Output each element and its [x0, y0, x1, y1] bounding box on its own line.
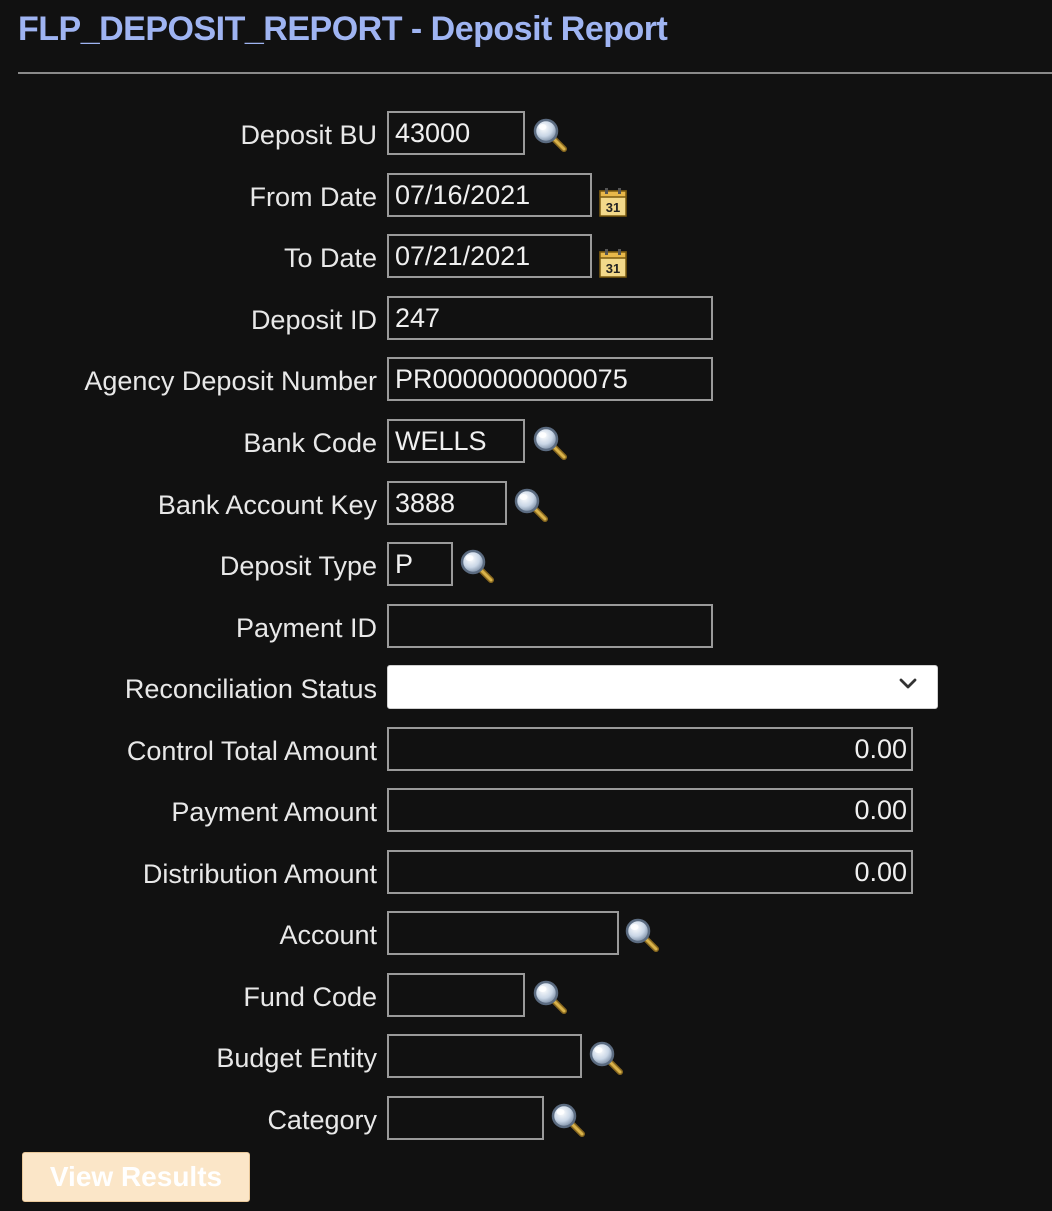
- magnifier-icon[interactable]: [548, 1100, 588, 1140]
- chevron-down-icon: [899, 678, 917, 689]
- deposit-type-row: Deposit Type P: [0, 542, 1052, 590]
- reconciliation-status-row: Reconciliation Status: [0, 665, 1052, 713]
- magnifier-icon[interactable]: [530, 977, 570, 1017]
- payment-id-input[interactable]: [387, 604, 713, 648]
- deposit-id-label: Deposit ID: [250, 305, 377, 335]
- from-date-label: From Date: [249, 182, 377, 212]
- bank-code-input[interactable]: WELLS: [387, 419, 525, 463]
- budget-entity-row: Budget Entity: [0, 1034, 1052, 1082]
- magnifier-icon[interactable]: [622, 915, 662, 955]
- bank-code-label: Bank Code: [243, 428, 377, 458]
- bank-code-row: Bank Code WELLS: [0, 419, 1052, 467]
- to-date-label: To Date: [283, 243, 377, 273]
- page-title: FLP_DEPOSIT_REPORT - Deposit Report: [18, 10, 668, 48]
- to-date-row: To Date 07/21/2021: [0, 234, 1052, 282]
- account-row: Account: [0, 911, 1052, 959]
- deposit-bu-row: Deposit BU 43000: [0, 111, 1052, 159]
- magnifier-icon[interactable]: [457, 546, 497, 586]
- fund-code-input[interactable]: [387, 973, 525, 1017]
- distribution-amount-input[interactable]: 0.00: [387, 850, 913, 894]
- agency-deposit-number-row: Agency Deposit Number PR0000000000075: [0, 357, 1052, 405]
- bank-account-key-input[interactable]: 3888: [387, 481, 507, 525]
- to-date-input[interactable]: 07/21/2021: [387, 234, 592, 278]
- distribution-amount-label: Distribution Amount: [142, 859, 377, 889]
- deposit-bu-label: Deposit BU: [240, 120, 377, 150]
- deposit-type-label: Deposit Type: [219, 551, 377, 581]
- deposit-id-input[interactable]: 247: [387, 296, 713, 340]
- fund-code-label: Fund Code: [243, 982, 377, 1012]
- category-input[interactable]: [387, 1096, 544, 1140]
- from-date-input[interactable]: 07/16/2021: [387, 173, 592, 217]
- calendar-icon[interactable]: [599, 248, 627, 278]
- header-divider: [18, 72, 1052, 74]
- payment-amount-input[interactable]: 0.00: [387, 788, 913, 832]
- control-total-amount-row: Control Total Amount 0.00: [0, 727, 1052, 775]
- from-date-row: From Date 07/16/2021: [0, 173, 1052, 221]
- magnifier-icon[interactable]: [586, 1038, 626, 1078]
- budget-entity-label: Budget Entity: [216, 1043, 377, 1073]
- bank-account-key-label: Bank Account Key: [157, 490, 377, 520]
- payment-amount-label: Payment Amount: [171, 797, 377, 827]
- deposit-type-input[interactable]: P: [387, 542, 453, 586]
- reconciliation-status-select[interactable]: [387, 665, 938, 709]
- fund-code-row: Fund Code: [0, 973, 1052, 1021]
- control-total-amount-label: Control Total Amount: [126, 736, 377, 766]
- agency-deposit-number-input[interactable]: PR0000000000075: [387, 357, 713, 401]
- distribution-amount-row: Distribution Amount 0.00: [0, 850, 1052, 898]
- deposit-bu-input[interactable]: 43000: [387, 111, 525, 155]
- payment-id-label: Payment ID: [235, 613, 377, 643]
- category-label: Category: [267, 1105, 377, 1135]
- reconciliation-status-label: Reconciliation Status: [124, 674, 377, 704]
- account-input[interactable]: [387, 911, 619, 955]
- magnifier-icon[interactable]: [530, 423, 570, 463]
- bank-account-key-row: Bank Account Key 3888: [0, 481, 1052, 529]
- magnifier-icon[interactable]: [511, 485, 551, 525]
- view-results-button[interactable]: View Results: [22, 1152, 250, 1202]
- deposit-id-row: Deposit ID 247: [0, 296, 1052, 344]
- control-total-amount-input[interactable]: 0.00: [387, 727, 913, 771]
- payment-amount-row: Payment Amount 0.00: [0, 788, 1052, 836]
- category-row: Category: [0, 1096, 1052, 1144]
- payment-id-row: Payment ID: [0, 604, 1052, 652]
- magnifier-icon[interactable]: [530, 115, 570, 155]
- calendar-icon[interactable]: [599, 187, 627, 217]
- account-label: Account: [279, 920, 377, 950]
- budget-entity-input[interactable]: [387, 1034, 582, 1078]
- agency-deposit-number-label: Agency Deposit Number: [84, 366, 377, 396]
